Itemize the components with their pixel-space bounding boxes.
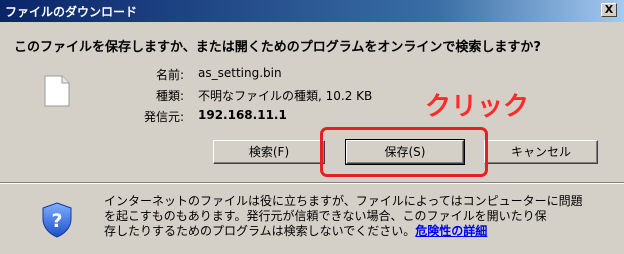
- title-bar[interactable]: ファイルのダウンロード X: [0, 0, 624, 22]
- file-source-label: 発信元:: [143, 110, 184, 124]
- window-title: ファイルのダウンロード: [5, 5, 138, 19]
- file-type-value: 不明なファイルの種類, 10.2 KB: [198, 89, 373, 103]
- file-type-label: 種類:: [155, 89, 184, 103]
- file-source-value: 192.168.11.1: [198, 108, 287, 122]
- save-highlight-box: [320, 127, 488, 177]
- risk-details-link[interactable]: 危険性の詳細: [415, 224, 487, 238]
- search-button[interactable]: 検索(F): [213, 140, 325, 164]
- warning-line-3-text: 存したりするためのプログラムは検索しないでください。: [104, 224, 416, 238]
- click-annotation: クリック: [425, 92, 530, 122]
- file-name-label: 名前:: [155, 68, 184, 82]
- shield-question-icon: ?: [42, 202, 72, 238]
- file-download-dialog: ファイルのダウンロード X このファイルを保存しますか、または開くためのプログラ…: [0, 0, 624, 254]
- warning-line-3: 存したりするためのプログラムは検索しないでください。危険性の詳細: [104, 224, 614, 239]
- close-button[interactable]: X: [601, 3, 617, 17]
- blank-file-icon: [44, 75, 70, 107]
- warning-text: インターネットのファイルは役に立ちますが、ファイルによってはコンピューターに問題…: [104, 194, 614, 239]
- download-question: このファイルを保存しますか、または開くためのプログラムをオンラインで検索しますか…: [14, 40, 541, 55]
- warning-line-1: インターネットのファイルは役に立ちますが、ファイルによってはコンピューターに問題: [104, 194, 583, 208]
- close-icon: X: [604, 3, 614, 16]
- svg-text:?: ?: [51, 210, 62, 232]
- warning-line-2: を起こすものもあります。発行元が信頼できない場合、このファイルを開いたり保: [104, 209, 547, 223]
- cancel-button[interactable]: キャンセル: [484, 140, 598, 164]
- file-name-value: as_setting.bin: [198, 66, 282, 80]
